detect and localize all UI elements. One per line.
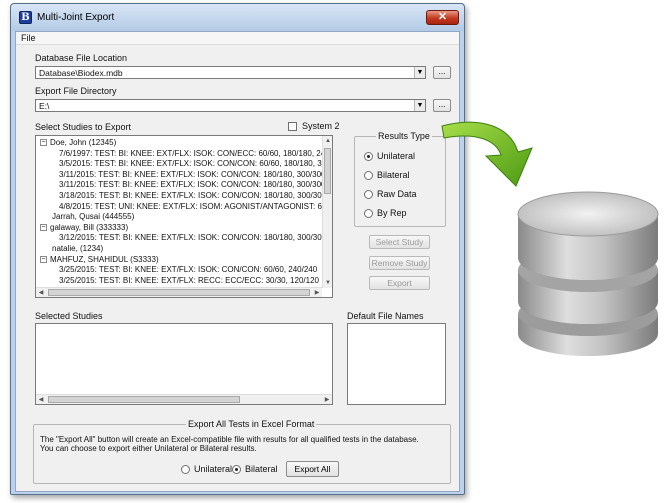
radio-bilateral[interactable] (364, 171, 373, 180)
window-title: Multi-Joint Export (37, 12, 115, 23)
option-unilateral-label: Unilateral (377, 151, 416, 161)
default-file-names-label: Default File Names (347, 311, 424, 321)
multi-joint-export-window: B Multi-Joint Export ✕ File Database Fil… (10, 3, 465, 495)
export-all-title: Export All Tests in Excel Format (186, 419, 317, 429)
scroll-right-icon[interactable]: ▶ (312, 288, 322, 297)
tree-node-label: 3/12/2015: TEST: BI: KNEE: EXT/FLX: ISOK… (59, 233, 323, 243)
tree-node-label: galaway, Bill (333333) (50, 222, 129, 232)
export-button[interactable]: Export (369, 276, 430, 290)
option-bilateral-label: Bilateral (377, 170, 410, 180)
database-location-value: Database\Biodex.mdb (39, 68, 123, 78)
close-button[interactable]: ✕ (426, 10, 459, 25)
export-all-button[interactable]: Export All (286, 461, 339, 477)
radio-unilateral[interactable] (364, 152, 373, 161)
tree-node-label: 3/11/2015: TEST: BI: KNEE: EXT/FLX: ISOK… (59, 180, 323, 190)
select-study-button[interactable]: Select Study (369, 235, 430, 249)
export-directory-combo[interactable]: E:\ ▼ (35, 99, 426, 112)
tree-node-label: MAHFUZ, SHAHIDUL (S3333) (50, 254, 159, 264)
default-file-names-list[interactable] (347, 323, 446, 405)
export-directory-label: Export File Directory (35, 86, 117, 96)
collapse-icon[interactable]: − (40, 223, 47, 231)
system2-label: System 2 (302, 121, 340, 131)
export-directory-browse-button[interactable]: ... (433, 99, 451, 112)
tree-node-label: 3/25/2015: TEST: BI: KNEE: EXT/FLX: ISOK… (59, 265, 318, 275)
menu-file[interactable]: File (21, 33, 36, 43)
export-all-radio-unilateral[interactable] (181, 465, 190, 474)
selected-studies-list[interactable]: ◀ ▶ (35, 323, 333, 405)
export-all-bilateral-label: Bilateral (245, 464, 278, 474)
chevron-down-icon[interactable]: ▼ (414, 67, 425, 78)
radio-raw-data[interactable] (364, 190, 373, 199)
database-browse-button[interactable]: ... (433, 66, 451, 79)
scroll-up-icon[interactable]: ▲ (323, 136, 332, 146)
studies-tree-vertical-scrollbar[interactable]: ▲ ▼ (322, 136, 332, 288)
studies-tree[interactable]: − Doe, John (12345) 7/6/1997: TEST: BI: KN… (35, 135, 333, 298)
tree-node-label: 3/18/2015: TEST: BI: KNEE: EXT/FLX: ISOK… (59, 191, 323, 200)
tree-node-label: 3/11/2015: TEST: BI: KNEE: EXT/FLX: ISOK… (59, 169, 323, 179)
option-by-rep-label: By Rep (377, 208, 407, 218)
database-location-combo[interactable]: Database\Biodex.mdb ▼ (35, 66, 426, 79)
selected-studies-label: Selected Studies (35, 311, 103, 321)
export-all-radio-bilateral[interactable] (232, 465, 241, 474)
studies-tree-items: − Doe, John (12345) 7/6/1997: TEST: BI: KN… (36, 138, 323, 286)
tree-node-label: natalie, (1234) (52, 244, 104, 253)
tree-node-label: Doe, John (12345) (50, 138, 117, 147)
results-type-title: Results Type (376, 131, 432, 141)
export-all-unilateral-label: Unilateral (194, 464, 233, 474)
option-raw-data-label: Raw Data (377, 189, 417, 199)
menu-bar: File (16, 32, 459, 45)
radio-by-rep[interactable] (364, 209, 373, 218)
collapse-icon[interactable]: − (40, 255, 47, 263)
scroll-thumb[interactable] (48, 396, 240, 403)
scroll-thumb[interactable] (48, 289, 310, 296)
system2-checkbox[interactable] (288, 122, 297, 131)
database-icon (517, 191, 659, 356)
export-all-description-line2: You can choose to export either Unilater… (40, 444, 257, 453)
app-icon: B (19, 11, 32, 24)
tree-node-label: 3/5/2015: TEST: BI: KNEE: EXT/FLX: ISOK:… (59, 159, 323, 169)
tree-node-label: 3/25/2015: TEST: BI: KNEE: EXT/FLX: RECC… (59, 275, 319, 285)
scroll-right-icon[interactable]: ▶ (322, 395, 332, 404)
tree-node-label: 7/6/1997: TEST: BI: KNEE: EXT/FLX: ISOK:… (59, 148, 323, 158)
export-all-group: Export All Tests in Excel Format The "Ex… (33, 419, 451, 484)
tree-node-label: 4/8/2015: TEST: UNI: KNEE: EXT/FLX: ISOM… (59, 201, 323, 211)
tree-node-label: Jarrah, Qusai (444555) (52, 212, 135, 222)
collapse-icon[interactable]: − (40, 139, 47, 146)
window-client-area: File Database File Location Database\Bio… (15, 31, 460, 492)
scroll-down-icon[interactable]: ▼ (323, 278, 332, 288)
database-location-label: Database File Location (35, 53, 128, 63)
select-studies-label: Select Studies to Export (35, 122, 132, 132)
title-bar[interactable]: B Multi-Joint Export ✕ (11, 4, 464, 31)
studies-tree-horizontal-scrollbar[interactable]: ◀ ▶ (36, 287, 322, 297)
scroll-left-icon[interactable]: ◀ (36, 395, 46, 404)
export-all-description-line1: The "Export All" button will create an E… (40, 435, 419, 444)
chevron-down-icon[interactable]: ▼ (414, 100, 425, 111)
scroll-thumb[interactable] (324, 148, 331, 194)
remove-study-button[interactable]: Remove Study (369, 256, 430, 270)
results-type-group: Results Type Unilateral Bilateral Raw Da… (354, 131, 446, 227)
scroll-left-icon[interactable]: ◀ (36, 288, 46, 297)
export-directory-value: E:\ (39, 101, 50, 111)
selected-studies-horizontal-scrollbar[interactable]: ◀ ▶ (36, 394, 332, 404)
